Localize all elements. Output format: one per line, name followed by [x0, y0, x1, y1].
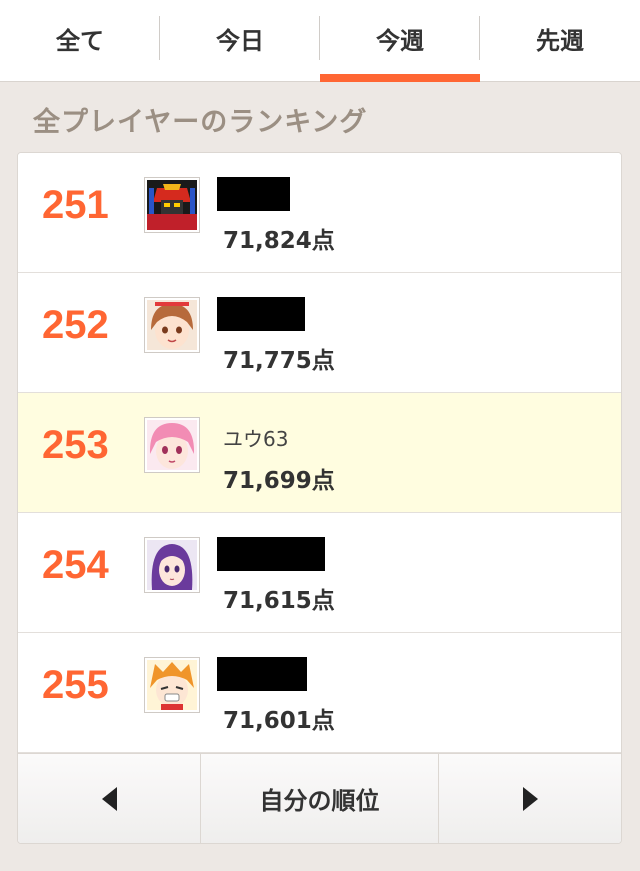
- brown-hair-girl-avatar-icon: [145, 298, 199, 352]
- pagination-bar: 自分の順位: [18, 753, 621, 843]
- rank-number: 253: [42, 423, 109, 467]
- player-score: 71,699点: [223, 468, 335, 494]
- player-name: ユウ63: [223, 427, 289, 451]
- redacted-player-name: [217, 297, 305, 331]
- redacted-player-name: [217, 537, 325, 571]
- tab-all[interactable]: 全て: [0, 0, 160, 81]
- rank-number: 251: [42, 183, 109, 227]
- period-tab-bar: 全て 今日 今週 先週: [0, 0, 640, 82]
- orange-hair-girl-avatar-icon: [145, 658, 199, 712]
- ranking-row[interactable]: 251 71,824点: [18, 153, 621, 273]
- tab-last-week[interactable]: 先週: [480, 0, 640, 81]
- ranking-row-self[interactable]: 253 ユウ63 71,699点: [18, 393, 621, 513]
- redacted-player-name: [217, 657, 307, 691]
- section-title: 全プレイヤーのランキング: [33, 107, 368, 138]
- rank-number: 254: [42, 543, 109, 587]
- previous-page-button[interactable]: [18, 754, 200, 843]
- tab-today[interactable]: 今日: [160, 0, 320, 81]
- player-score: 71,615点: [223, 588, 335, 614]
- redacted-player-name: [217, 177, 290, 211]
- my-rank-label: 自分の順位: [259, 787, 380, 815]
- ranking-row[interactable]: 254 71,615点: [18, 513, 621, 633]
- purple-hair-girl-avatar-icon: [145, 538, 199, 592]
- triangle-right-icon: [522, 786, 538, 811]
- active-tab-indicator: [320, 74, 480, 82]
- player-score: 71,775点: [223, 348, 335, 374]
- player-score: 71,824点: [223, 228, 335, 254]
- tab-last-week-label: 先週: [536, 27, 584, 55]
- next-page-button[interactable]: [439, 754, 621, 843]
- tab-this-week[interactable]: 今週: [320, 0, 480, 82]
- triangle-left-icon: [101, 786, 117, 811]
- rank-number: 252: [42, 303, 109, 347]
- tab-this-week-label: 今週: [376, 27, 424, 55]
- pink-hair-girl-avatar-icon: [145, 418, 199, 472]
- tab-all-label: 全て: [56, 27, 104, 55]
- robot-avatar-icon: [145, 178, 199, 232]
- ranking-row[interactable]: 252 71,775点: [18, 273, 621, 393]
- rank-number: 255: [42, 663, 109, 707]
- ranking-row[interactable]: 255 71,601点: [18, 633, 621, 753]
- player-score: 71,601点: [223, 708, 335, 734]
- my-rank-button[interactable]: 自分の順位: [200, 754, 439, 843]
- ranking-list: 251 71,824点 252 71,775点 253 ユウ63 71,699点…: [17, 152, 622, 844]
- tab-today-label: 今日: [216, 27, 264, 55]
